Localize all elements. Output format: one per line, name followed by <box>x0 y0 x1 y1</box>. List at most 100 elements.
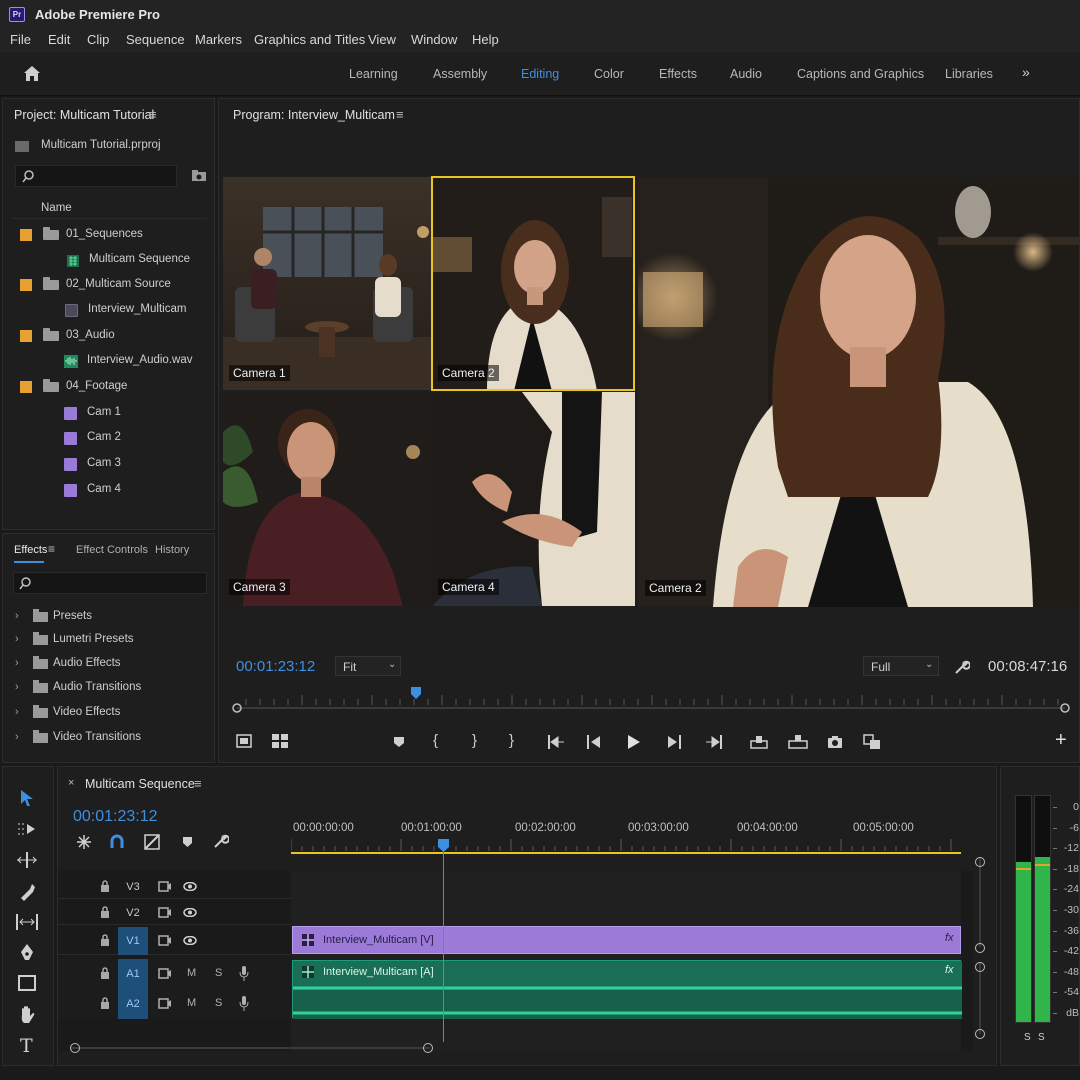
project-item-multicam-sequence[interactable]: Multicam Sequence <box>3 249 203 271</box>
resolution-dropdown[interactable]: Full ⌄ <box>863 656 939 676</box>
extract-icon[interactable] <box>788 734 808 750</box>
tab-effects[interactable]: Effects <box>14 544 47 556</box>
lock-icon[interactable] <box>100 934 110 946</box>
effects-item-video-effects[interactable]: › Video Effects <box>3 702 203 724</box>
lock-icon[interactable] <box>100 967 110 979</box>
audio-tracks-scrollbar[interactable] <box>975 962 985 1042</box>
safe-margins-icon[interactable] <box>236 734 252 748</box>
effects-item-presets[interactable]: › Presets <box>3 606 203 628</box>
video-clip-interview-multicam[interactable]: Interview_Multicam [V] fx <box>292 926 961 954</box>
wrench-icon[interactable] <box>954 659 970 675</box>
ripple-edit-tool-icon[interactable] <box>17 852 37 868</box>
close-tab-icon[interactable]: × <box>68 777 74 789</box>
go-to-next-edit-icon[interactable] <box>705 735 723 749</box>
pen-tool-icon[interactable] <box>18 943 36 961</box>
camera-2-angle[interactable]: Camera 2 <box>432 177 635 391</box>
effects-item-lumetri-presets[interactable]: › Lumetri Presets <box>3 629 203 651</box>
export-frame-icon[interactable] <box>827 735 843 749</box>
program-scrubber[interactable] <box>232 691 1070 715</box>
program-playhead[interactable] <box>411 687 422 699</box>
lock-icon[interactable] <box>100 880 110 892</box>
snap-magnet-icon[interactable] <box>109 834 125 850</box>
sync-lock-icon[interactable] <box>158 907 172 918</box>
track-header-v1[interactable]: V1 <box>58 927 291 955</box>
track-header-v2[interactable]: V2 <box>58 901 291 925</box>
project-item-03-audio[interactable]: 03_Audio <box>3 325 203 347</box>
lift-icon[interactable] <box>750 734 768 750</box>
menu-clip[interactable]: Clip <box>87 32 109 47</box>
project-column-header[interactable]: Name <box>11 197 207 219</box>
mute-a2-button[interactable]: M <box>187 997 196 1009</box>
project-item-cam-1[interactable]: Cam 1 <box>3 402 203 424</box>
audio-clip-interview-multicam[interactable]: Interview_Multicam [A] fx <box>292 960 962 1019</box>
tab-effect-controls[interactable]: Effect Controls <box>76 544 148 556</box>
solo-left-button[interactable]: S <box>1024 1032 1031 1043</box>
timeline-playhead[interactable] <box>438 839 449 852</box>
menu-view[interactable]: View <box>368 32 396 47</box>
menu-file[interactable]: File <box>10 32 31 47</box>
solo-a1-button[interactable]: S <box>215 967 222 979</box>
type-tool-icon[interactable]: T <box>20 1035 33 1057</box>
menu-markers[interactable]: Markers <box>195 32 242 47</box>
effects-item-video-transitions[interactable]: › Video Transitions <box>3 727 203 749</box>
project-item-interview-multicam[interactable]: Interview_Multicam <box>3 299 203 321</box>
go-to-in-icon[interactable]: } <box>509 732 514 749</box>
lock-icon[interactable] <box>100 906 110 918</box>
menu-sequence[interactable]: Sequence <box>126 32 185 47</box>
workspace-learning[interactable]: Learning <box>349 67 398 81</box>
sync-lock-icon[interactable] <box>158 935 172 946</box>
track-label-v1[interactable]: V1 <box>118 927 148 955</box>
fx-badge[interactable]: fx <box>945 932 954 944</box>
rectangle-tool-icon[interactable] <box>18 975 36 991</box>
sync-lock-icon[interactable] <box>158 881 172 892</box>
project-item-02-multicam-source[interactable]: 02_Multicam Source <box>3 274 203 296</box>
workspace-effects[interactable]: Effects <box>659 67 697 81</box>
project-item-04-footage[interactable]: 04_Footage <box>3 376 203 398</box>
microphone-icon[interactable] <box>239 996 249 1012</box>
selection-tool-icon[interactable] <box>20 789 34 807</box>
mute-a1-button[interactable]: M <box>187 967 196 979</box>
menu-edit[interactable]: Edit <box>48 32 70 47</box>
hand-tool-icon[interactable] <box>18 1005 36 1025</box>
workspace-assembly[interactable]: Assembly <box>433 67 487 81</box>
razor-tool-icon[interactable] <box>18 883 36 901</box>
nest-sequence-icon[interactable] <box>76 834 92 850</box>
button-editor-plus-icon[interactable]: + <box>1055 729 1067 752</box>
project-item-cam-2[interactable]: Cam 2 <box>3 427 203 449</box>
workspace-editing[interactable]: Editing <box>521 67 559 81</box>
sync-lock-icon[interactable] <box>158 968 172 979</box>
fx-badge[interactable]: fx <box>945 964 954 976</box>
mark-in-icon[interactable]: { <box>433 732 438 749</box>
camera-1-angle[interactable]: Camera 1 <box>223 177 431 390</box>
track-label-a1[interactable]: A1 <box>118 959 148 989</box>
step-back-icon[interactable] <box>587 735 601 749</box>
project-item-01-sequences[interactable]: 01_Sequences <box>3 224 203 246</box>
menu-graphics-and-titles[interactable]: Graphics and Titles <box>254 32 365 47</box>
timeline-playhead-line[interactable] <box>443 847 444 1042</box>
workspace-libraries[interactable]: Libraries <box>945 67 993 81</box>
track-label-v2[interactable]: V2 <box>118 901 148 925</box>
tab-history[interactable]: History <box>155 544 189 556</box>
track-label-v3[interactable]: V3 <box>118 875 148 899</box>
new-bin-icon[interactable] <box>191 169 207 182</box>
panel-menu-icon[interactable]: ≡ <box>48 542 55 556</box>
mark-out-icon[interactable]: } <box>472 732 477 749</box>
solo-right-button[interactable]: S <box>1038 1032 1045 1043</box>
sync-lock-icon[interactable] <box>158 998 172 1009</box>
camera-4-angle[interactable]: Camera 4 <box>432 392 635 606</box>
panel-menu-icon[interactable]: ≡ <box>194 776 202 791</box>
double-chevron-right-icon[interactable]: » <box>1022 64 1030 80</box>
workspace-captions-and-graphics[interactable]: Captions and Graphics <box>797 67 924 81</box>
effects-search-input[interactable] <box>13 572 207 594</box>
project-item-interview-audio[interactable]: Interview_Audio.wav <box>3 350 203 372</box>
timeline-timecode[interactable]: 00:01:23:12 <box>73 808 158 826</box>
project-search-input[interactable] <box>15 165 177 187</box>
multicam-view-icon[interactable] <box>272 734 288 748</box>
eye-icon[interactable] <box>183 936 197 945</box>
timeline-settings-wrench-icon[interactable] <box>213 833 229 849</box>
home-icon[interactable] <box>23 65 41 82</box>
add-marker-icon[interactable] <box>182 836 193 848</box>
camera-3-angle[interactable]: Camera 3 <box>223 392 431 606</box>
track-header-v3[interactable]: V3 <box>58 875 291 899</box>
slip-tool-icon[interactable] <box>16 914 38 930</box>
